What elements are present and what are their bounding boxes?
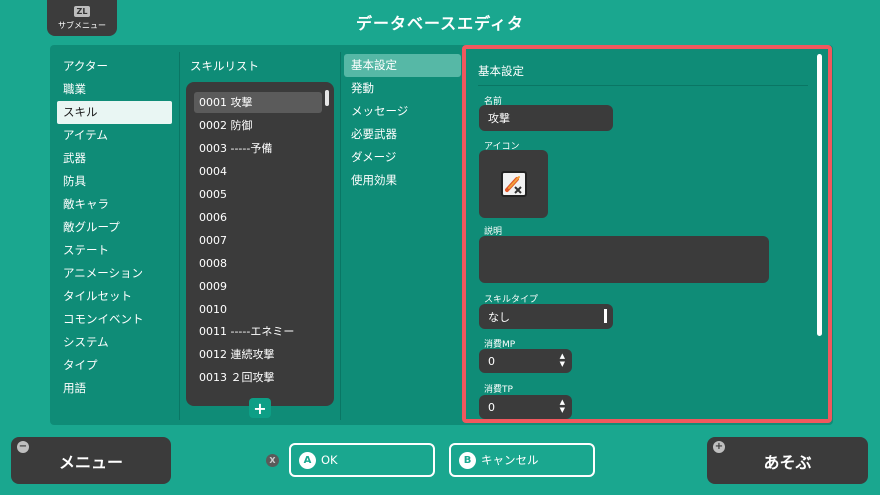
category-item-troop[interactable]: 敵グループ xyxy=(57,216,172,239)
ok-label: OK xyxy=(321,453,338,467)
tp-cost-value: 0 xyxy=(488,400,495,414)
add-skill-button[interactable]: + xyxy=(249,398,271,418)
icon-selector[interactable] xyxy=(479,150,548,218)
category-item-actor[interactable]: アクター xyxy=(57,55,172,78)
tp-cost-stepper[interactable]: 0 ▲ ▼ xyxy=(479,395,572,419)
name-field[interactable]: 攻撃 xyxy=(479,105,613,131)
category-item-item[interactable]: アイテム xyxy=(57,124,172,147)
detail-divider xyxy=(478,85,808,86)
description-field[interactable] xyxy=(479,236,769,283)
skill-list-item[interactable]: 0001 攻撃 xyxy=(194,92,322,113)
x-button-icon: X xyxy=(266,454,279,467)
skill-list-item[interactable]: 0003 -----予備 xyxy=(194,138,322,159)
category-item-enemy[interactable]: 敵キャラ xyxy=(57,193,172,216)
name-value: 攻撃 xyxy=(488,112,510,125)
detail-title: 基本設定 xyxy=(478,64,524,78)
category-item-common-event[interactable]: コモンイベント xyxy=(57,308,172,331)
b-button-icon: B xyxy=(459,451,476,469)
skill-list-item[interactable]: 0004 xyxy=(194,161,322,182)
category-item-class[interactable]: 職業 xyxy=(57,78,172,101)
play-button[interactable]: + あそぶ xyxy=(707,437,868,484)
skill-type-dropdown[interactable]: なし xyxy=(479,304,613,329)
plus-button-icon: + xyxy=(713,441,725,453)
a-button-icon: A xyxy=(299,451,316,469)
skill-list-scrollbar[interactable] xyxy=(325,90,329,106)
column-divider xyxy=(179,52,180,420)
skill-list-item[interactable]: 0008 xyxy=(194,253,322,274)
category-item-weapon[interactable]: 武器 xyxy=(57,147,172,170)
tab-message[interactable]: メッセージ xyxy=(344,100,461,123)
category-item-tileset[interactable]: タイルセット xyxy=(57,285,172,308)
skill-list-item[interactable]: 0005 xyxy=(194,184,322,205)
skill-list-header: スキルリスト xyxy=(190,59,259,73)
category-item-type[interactable]: タイプ xyxy=(57,354,172,377)
mp-cost-stepper[interactable]: 0 ▲ ▼ xyxy=(479,349,572,373)
skill-list-item[interactable]: 0009 xyxy=(194,276,322,297)
category-list: アクター 職業 スキル アイテム 武器 防具 敵キャラ 敵グループ ステート ア… xyxy=(57,55,172,400)
skill-list-item[interactable]: 0010 xyxy=(194,299,322,320)
mp-cost-value: 0 xyxy=(488,354,495,368)
category-item-skill[interactable]: スキル xyxy=(57,101,172,124)
sword-slash-icon xyxy=(500,171,527,197)
dropdown-indicator-icon xyxy=(604,309,607,323)
skill-list-item[interactable]: 0011 -----エネミー xyxy=(194,321,322,342)
ok-button[interactable]: A OK xyxy=(289,443,435,477)
cancel-button[interactable]: B キャンセル xyxy=(449,443,595,477)
page-title: データベースエディタ xyxy=(355,14,525,33)
tab-effects[interactable]: 使用効果 xyxy=(344,169,461,192)
category-item-terms[interactable]: 用語 xyxy=(57,377,172,400)
menu-label: メニュー xyxy=(58,452,123,472)
category-item-animation[interactable]: アニメーション xyxy=(57,262,172,285)
skill-list-item[interactable]: 0012 連続攻撃 xyxy=(194,344,322,365)
settings-tab-list: 基本設定 発動 メッセージ 必要武器 ダメージ 使用効果 xyxy=(344,54,461,192)
tp-cost-label: 消費TP xyxy=(484,385,513,395)
skill-list-item[interactable]: 0013 ２回攻撃 xyxy=(194,367,322,388)
minus-button-icon: − xyxy=(17,441,29,453)
category-item-system[interactable]: システム xyxy=(57,331,172,354)
tab-required-weapon[interactable]: 必要武器 xyxy=(344,123,461,146)
detail-scrollbar[interactable] xyxy=(817,54,822,336)
tab-basic-settings[interactable]: 基本設定 xyxy=(344,54,461,77)
column-divider xyxy=(340,52,341,420)
stepper-arrows-icon: ▲ ▼ xyxy=(559,398,565,414)
skill-list-item[interactable]: 0006 xyxy=(194,207,322,228)
stepper-arrows-icon: ▲ ▼ xyxy=(559,352,565,368)
cancel-label: キャンセル xyxy=(481,453,539,467)
skill-list-item[interactable]: 0002 防御 xyxy=(194,115,322,136)
play-label: あそぶ xyxy=(763,452,812,472)
menu-button[interactable]: − メニュー xyxy=(11,437,171,484)
skill-type-value: なし xyxy=(488,310,510,324)
skill-list-item[interactable]: 0007 xyxy=(194,230,322,251)
tab-damage[interactable]: ダメージ xyxy=(344,146,461,169)
category-item-state[interactable]: ステート xyxy=(57,239,172,262)
tab-invocation[interactable]: 発動 xyxy=(344,77,461,100)
category-item-armor[interactable]: 防具 xyxy=(57,170,172,193)
